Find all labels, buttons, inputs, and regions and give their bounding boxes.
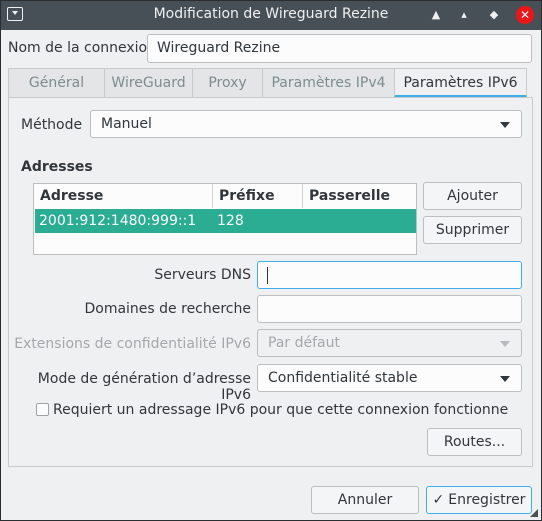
tab-ipv4[interactable]: Paramètres IPv4 — [262, 68, 395, 98]
maximize-icon[interactable]: ◆ — [487, 8, 501, 22]
addr-gen-mode-label: Mode de génération d’adresse IPv6 — [37, 371, 251, 403]
add-address-button[interactable]: Ajouter — [423, 182, 522, 210]
titlebar[interactable]: Modification de Wireguard Rezine ▲ ▴ ◆ ✕ — [1, 1, 541, 30]
close-icon[interactable]: ✕ — [516, 6, 534, 24]
search-domains-label: Domaines de recherche — [84, 301, 251, 317]
tab-wireguard[interactable]: WireGuard — [104, 68, 193, 98]
chevron-down-icon — [500, 341, 510, 347]
addr-gen-mode-select[interactable]: Confidentialité stable — [257, 364, 522, 392]
routes-button[interactable]: Routes... — [427, 428, 522, 456]
minimize-icon[interactable]: ▴ — [457, 8, 471, 22]
dns-input[interactable] — [257, 261, 522, 289]
method-label: Méthode — [21, 117, 83, 133]
cancel-button[interactable]: Annuler — [311, 486, 419, 514]
resize-grip-icon[interactable] — [530, 509, 538, 517]
connection-name-input[interactable]: Wireguard Rezine — [147, 34, 532, 63]
check-icon: ✓ — [432, 492, 445, 508]
keep-above-icon[interactable]: ▲ — [429, 8, 443, 22]
privacy-select: Par défaut — [257, 329, 522, 357]
dns-label: Serveurs DNS — [154, 267, 251, 283]
text-caret — [267, 267, 268, 284]
tab-proxy[interactable]: Proxy — [192, 68, 263, 98]
chevron-down-icon — [500, 376, 510, 382]
connection-name-label: Nom de la connexion — [8, 40, 156, 56]
method-value: Manuel — [101, 116, 152, 132]
tab-bar: Général WireGuard Proxy Paramètres IPv4 … — [8, 68, 533, 98]
save-label: Enregistrer — [448, 492, 526, 508]
save-button[interactable]: ✓ Enregistrer — [426, 486, 532, 514]
address-cell[interactable]: 2001:912:1480:999::1 — [39, 213, 196, 229]
column-header-address[interactable]: Adresse — [34, 184, 212, 208]
addresses-table[interactable]: Adresse Préfixe Passerelle 2001:912:1480… — [33, 183, 417, 255]
table-row[interactable]: 2001:912:1480:999::1 128 — [35, 209, 416, 233]
addresses-title: Adresses — [21, 159, 93, 175]
tab-general[interactable]: Général — [8, 68, 105, 98]
prefix-cell[interactable]: 128 — [217, 213, 244, 229]
search-domains-input[interactable] — [257, 295, 522, 323]
privacy-label: Extensions de confidentialité IPv6 — [14, 336, 251, 352]
require-ipv6-label[interactable]: Requiert un adressage IPv6 pour que cett… — [53, 402, 508, 418]
privacy-value: Par défaut — [268, 335, 340, 351]
column-header-prefix[interactable]: Préfixe — [212, 184, 302, 208]
tab-ipv6[interactable]: Paramètres IPv6 — [394, 68, 527, 98]
require-ipv6-checkbox[interactable] — [36, 403, 49, 416]
remove-address-button[interactable]: Supprimer — [423, 216, 522, 244]
addr-gen-mode-value: Confidentialité stable — [268, 370, 418, 386]
column-header-gateway[interactable]: Passerelle — [302, 184, 416, 208]
method-select[interactable]: Manuel — [90, 110, 522, 138]
chevron-down-icon — [500, 122, 510, 128]
dialog-window: Modification de Wireguard Rezine ▲ ▴ ◆ ✕… — [0, 0, 542, 521]
